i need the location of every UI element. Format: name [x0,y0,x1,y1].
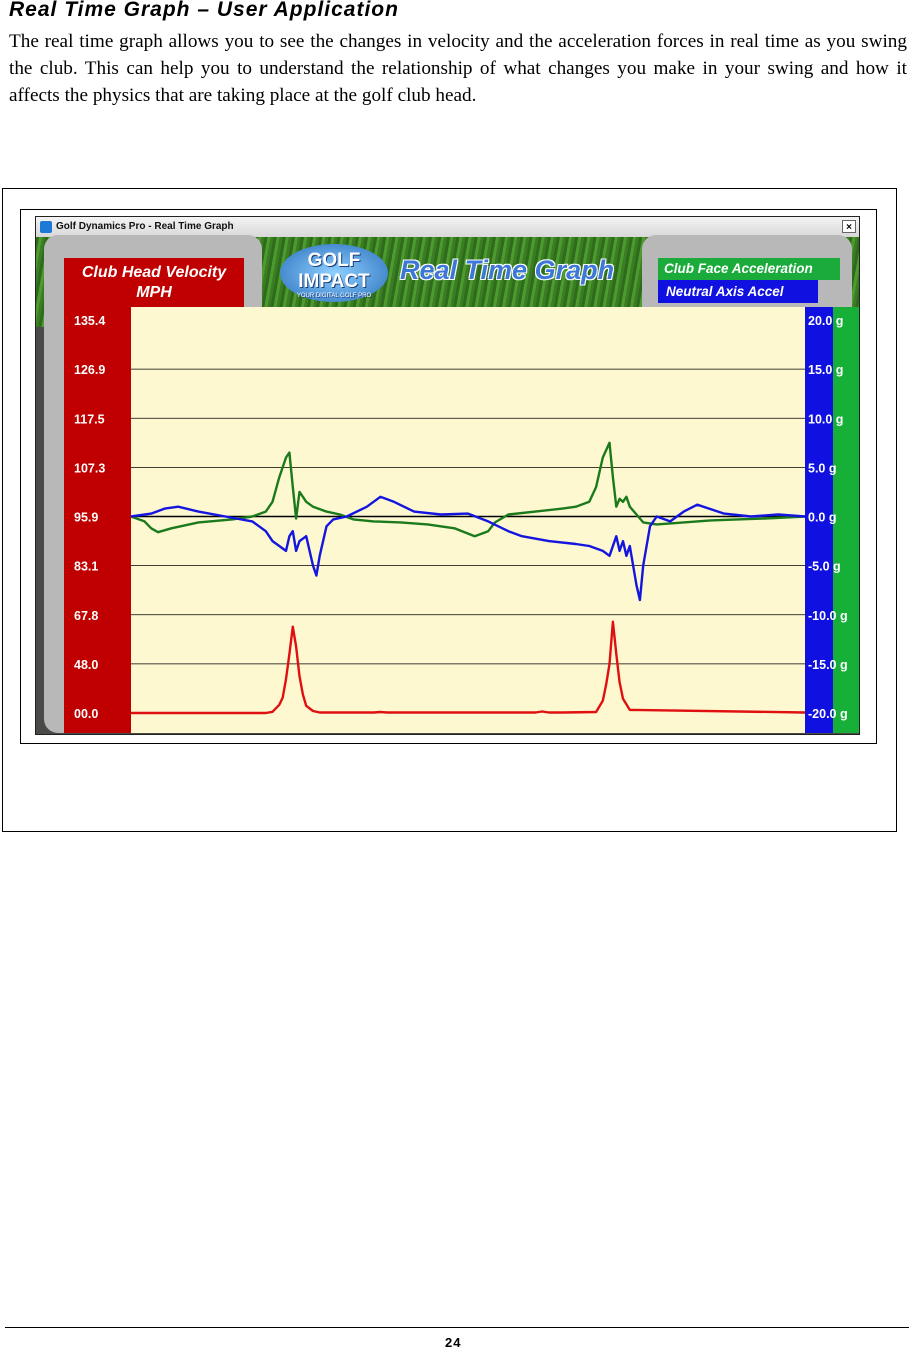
accel-tick-label: -15.0 g [808,658,848,672]
velocity-axis-label: Club Head Velocity MPH [64,258,244,310]
accel-tick-label: 5.0 g [808,461,837,475]
intro-paragraph: The real time graph allows you to see th… [9,31,907,106]
velocity-tick-label: 117.5 [74,412,105,426]
page-number: 24 [445,1335,462,1350]
real-time-graph-window: Golf Dynamics Pro - Real Time Graph × Cl… [35,216,860,735]
real-time-chart: 135.4 126.9 117.5 107.3 95.9 83.1 67.8 48.0 00.0… [64,307,859,733]
close-button[interactable]: × [842,220,856,233]
window-titlebar: Golf Dynamics Pro - Real Time Graph × [36,217,859,237]
neutral-axis-accel-label: Neutral Axis Accel [658,280,818,303]
velocity-tick-label: 48.0 [74,658,98,672]
accel-tick-label: 15.0 g [808,363,843,377]
window-title: Golf Dynamics Pro - Real Time Graph [56,221,234,232]
accel-tick-label: -20.0 g [808,707,848,721]
velocity-tick-label: 107.3 [74,461,105,475]
accel-tick-label: -5.0 g [808,560,841,574]
velocity-label-title: Club Head Velocity [81,264,227,281]
velocity-label-unit: MPH [136,284,172,301]
accel-tick-label: -10.0 g [808,609,848,623]
graph-title: Real Time Graph [400,255,615,285]
velocity-tick-label: 95.9 [74,511,98,525]
velocity-tick-label: 67.8 [74,609,98,623]
velocity-tick-label: 126.9 [74,363,105,377]
accel-tick-label: 0.0 g [808,511,837,525]
velocity-tick-label: 83.1 [74,560,98,574]
logo-line2: IMPACT [298,271,370,292]
club-face-accel-label: Club Face Acceleration [658,258,840,280]
footer-rule [5,1327,909,1328]
logo-line1: GOLF [307,250,361,271]
velocity-tick-label: 135.4 [74,314,105,328]
accel-tick-label: 20.0 g [808,314,843,328]
section-heading: Real Time Graph – User Application [9,0,399,21]
accel-tick-label: 10.0 g [808,412,843,426]
logo-tagline: YOUR DIGITAL GOLF PRO [296,293,372,299]
golf-impact-logo: GOLF IMPACT YOUR DIGITAL GOLF PRO [280,244,388,302]
app-icon [40,221,52,233]
velocity-tick-label: 00.0 [74,707,98,721]
